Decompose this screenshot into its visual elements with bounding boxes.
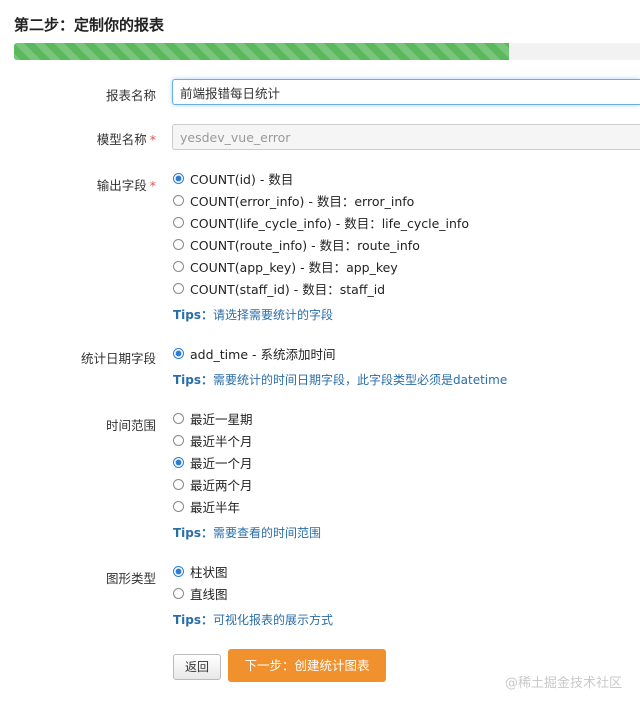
output-field-option[interactable]: COUNT(staff_id) - 数目：staff_id <box>173 279 385 298</box>
output-field-option[interactable]: COUNT(app_key) - 数目：app_key <box>173 257 398 276</box>
chart-type-tips: Tips：可视化报表的展示方式 <box>173 613 334 627</box>
output-field-option[interactable]: COUNT(error_info) - 数目：error_info <box>173 191 414 210</box>
radio-icon[interactable] <box>173 173 184 184</box>
date-field-label: 统计日期字段 <box>80 351 156 366</box>
output-field-option[interactable]: COUNT(route_info) - 数目：route_info <box>173 235 420 254</box>
radio-icon[interactable] <box>173 435 184 446</box>
date-field-tips: Tips：需要统计的时间日期字段，此字段类型必须是datetime <box>173 373 508 387</box>
radio-icon[interactable] <box>173 479 184 490</box>
model-name-label: 模型名称 * <box>96 132 156 147</box>
report-name-label: 报表名称 <box>105 88 156 103</box>
model-name-input[interactable] <box>172 124 640 150</box>
time-range-tips: Tips：需要查看的时间范围 <box>173 526 322 540</box>
time-range-option[interactable]: 最近两个月 <box>173 475 253 494</box>
radio-icon[interactable] <box>173 283 184 294</box>
time-range-label: 时间范围 <box>105 418 156 433</box>
chart-type-option[interactable]: 柱状图 <box>173 562 228 581</box>
next-step-button[interactable]: 下一步：创建统计图表 <box>228 649 386 682</box>
progress-bar <box>14 43 640 60</box>
output-fields-tips: Tips：请选择需要统计的字段 <box>173 308 334 322</box>
radio-icon[interactable] <box>173 457 184 468</box>
radio-icon[interactable] <box>173 217 184 228</box>
radio-icon[interactable] <box>173 588 184 599</box>
chart-type-label: 图形类型 <box>105 571 156 586</box>
output-field-option[interactable]: COUNT(life_cycle_info) - 数目：life_cycle_i… <box>173 213 469 232</box>
radio-icon[interactable] <box>173 239 184 250</box>
time-range-option[interactable]: 最近一星期 <box>173 409 253 428</box>
required-mark: * <box>149 178 156 193</box>
page-title: 第二步：定制你的报表 <box>14 16 165 34</box>
time-range-option[interactable]: 最近半个月 <box>173 431 253 450</box>
output-field-option[interactable]: COUNT(id) - 数目 <box>173 169 293 188</box>
time-range-option[interactable]: 最近半年 <box>173 497 240 516</box>
progress-fill <box>14 43 509 60</box>
radio-icon[interactable] <box>173 195 184 206</box>
required-mark: * <box>149 132 156 147</box>
back-button[interactable]: 返回 <box>173 654 221 680</box>
radio-icon[interactable] <box>173 501 184 512</box>
chart-type-option[interactable]: 直线图 <box>173 584 228 603</box>
date-field-option[interactable]: add_time - 系统添加时间 <box>173 344 335 363</box>
radio-icon[interactable] <box>173 261 184 272</box>
radio-icon[interactable] <box>173 413 184 424</box>
time-range-option[interactable]: 最近一个月 <box>173 453 253 472</box>
report-name-input[interactable] <box>172 79 640 105</box>
radio-icon[interactable] <box>173 348 184 359</box>
watermark: @稀土掘金技术社区 <box>504 676 622 691</box>
radio-icon[interactable] <box>173 566 184 577</box>
output-fields-label: 输出字段 * <box>96 178 156 193</box>
